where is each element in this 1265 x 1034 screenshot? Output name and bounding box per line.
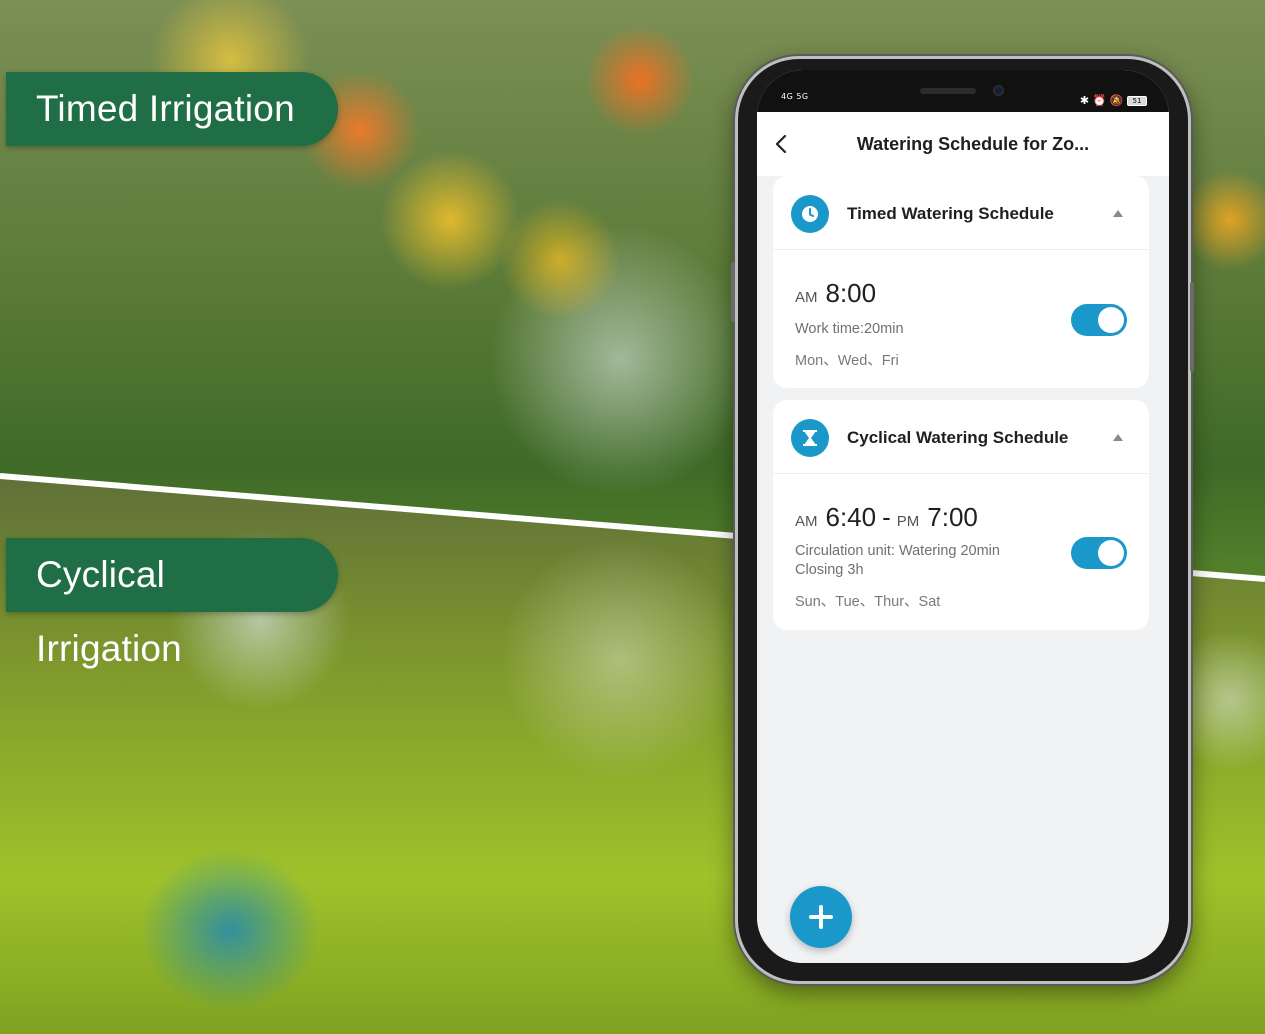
timed-schedule-toggle[interactable]	[1071, 304, 1127, 336]
schedule-days: Mon、Wed、Fri	[795, 353, 899, 369]
status-icons: ✱ ⏰ 🔕 51	[1080, 94, 1147, 107]
toggle-knob	[1098, 540, 1124, 566]
toggle-knob	[1098, 307, 1124, 333]
end-ampm: PM	[896, 513, 920, 530]
timed-schedule-card: Timed Watering Schedule AM 8:00 Work time…	[773, 176, 1149, 388]
cyclical-schedule-toggle[interactable]	[1071, 537, 1127, 569]
schedule-days: Sun、Tue、Thur、Sat	[795, 594, 941, 610]
phone-screen: 4G 5G ✱ ⏰ 🔕 51 Watering Schedule for Zo.…	[757, 70, 1169, 963]
mute-icon: 🔕	[1109, 94, 1124, 107]
time-dash: -	[882, 502, 891, 532]
time-value: 8:00	[825, 278, 877, 308]
clock-icon	[791, 195, 829, 233]
schedule-time-range: AM 6:40- PM 7:00	[795, 502, 978, 533]
phone-power-button	[1190, 282, 1194, 372]
work-time: Work time:20min	[795, 321, 904, 337]
cyclical-schedule-title: Cyclical Watering Schedule	[847, 428, 1069, 447]
circulation-unit: Circulation unit: Watering 20min	[795, 543, 1000, 559]
collapse-caret-icon[interactable]	[1113, 210, 1123, 217]
front-camera	[993, 85, 1004, 96]
add-schedule-button[interactable]	[790, 886, 852, 948]
time-ampm: AM	[795, 289, 818, 306]
timed-schedule-header[interactable]: Timed Watering Schedule	[773, 176, 1149, 250]
timed-irrigation-label: Timed Irrigation	[6, 72, 338, 146]
cyclical-schedule-card: Cyclical Watering Schedule AM 6:40- PM 7:00…	[773, 400, 1149, 630]
bluetooth-icon: ✱	[1079, 94, 1090, 107]
closing-duration: Closing 3h	[795, 562, 864, 578]
nav-bar: Watering Schedule for Zo...	[757, 112, 1169, 176]
battery-icon: 51	[1127, 96, 1147, 106]
schedule-list: Timed Watering Schedule AM 8:00 Work time…	[757, 176, 1169, 963]
hourglass-icon	[791, 419, 829, 457]
phone-speaker	[920, 88, 976, 94]
page-title: Watering Schedule for Zo...	[856, 134, 1090, 154]
network-indicator: 4G 5G	[781, 92, 809, 101]
collapse-caret-icon[interactable]	[1113, 434, 1123, 441]
start-ampm: AM	[795, 513, 818, 530]
schedule-time: AM 8:00	[795, 278, 876, 309]
alarm-icon: ⏰	[1092, 94, 1107, 107]
end-time: 7:00	[927, 502, 978, 532]
timed-schedule-title: Timed Watering Schedule	[847, 204, 1054, 223]
phone-volume-button	[731, 262, 735, 322]
start-time: 6:40	[825, 502, 877, 532]
chevron-left-icon[interactable]	[771, 132, 793, 156]
cyclical-schedule-header[interactable]: Cyclical Watering Schedule	[773, 400, 1149, 474]
status-bar: 4G 5G ✱ ⏰ 🔕 51	[757, 70, 1169, 112]
cyclical-irrigation-label: Cyclical Irrigation	[6, 538, 338, 669]
